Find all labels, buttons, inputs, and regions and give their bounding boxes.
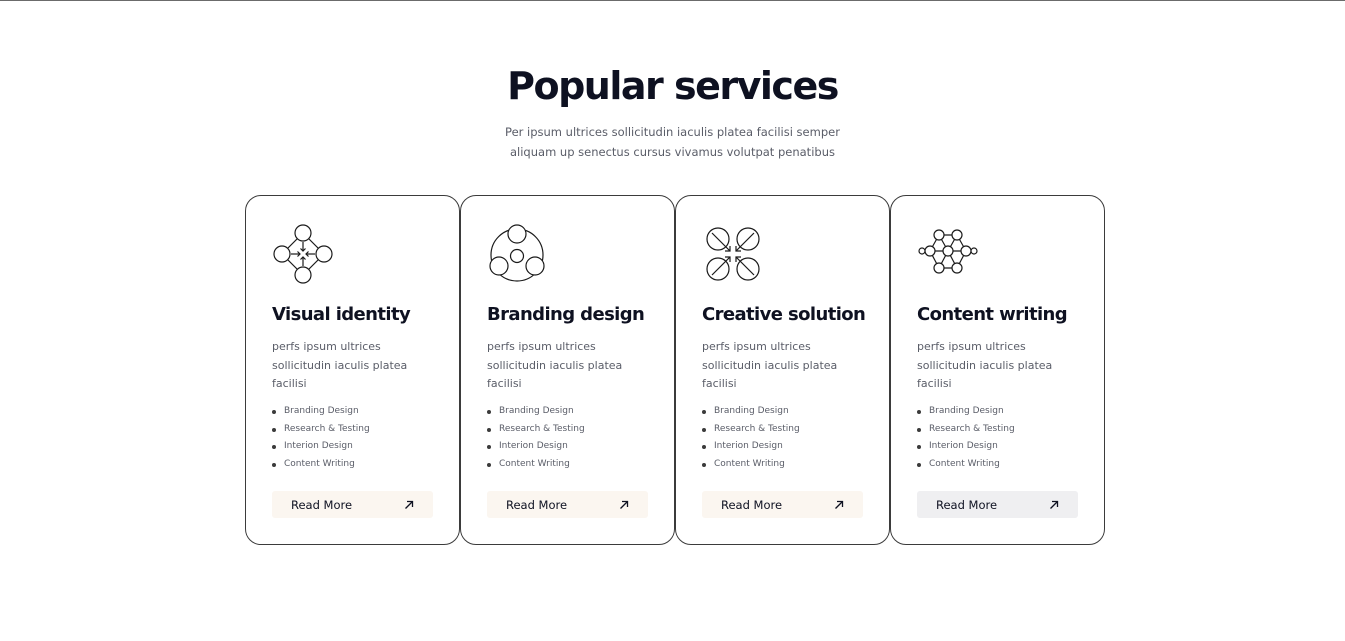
read-more-button[interactable]: Read More <box>487 491 648 518</box>
feature-label: Research & Testing <box>714 423 800 434</box>
bullet-icon <box>917 462 921 467</box>
feature-label: Interion Design <box>284 441 353 451</box>
feature-item: Research & Testing <box>702 421 800 439</box>
bullet-icon <box>272 462 276 467</box>
bullet-icon <box>702 427 706 432</box>
read-more-button[interactable]: Read More <box>272 491 433 518</box>
card-title: Branding design <box>487 304 645 325</box>
feature-label: Content Writing <box>499 458 570 469</box>
card-description: perfs ipsum ultrices sollicitudin iaculi… <box>702 340 838 390</box>
read-more-label: Read More <box>936 497 998 512</box>
feature-item: Research & Testing <box>272 421 370 439</box>
feature-label: Research & Testing <box>499 423 585 434</box>
feature-item: Research & Testing <box>487 421 585 439</box>
bullet-icon <box>702 410 706 414</box>
card-description: perfs ipsum ultrices sollicitudin iaculi… <box>917 340 1053 390</box>
read-more-button[interactable]: Read More <box>917 491 1078 518</box>
feature-item: Interion Design <box>702 438 800 456</box>
feature-label: Content Writing <box>929 458 1000 469</box>
card-title: Visual identity <box>272 304 411 325</box>
feature-list: Branding Design Research & Testing Inter… <box>702 403 800 473</box>
feature-label: Branding Design <box>714 406 789 416</box>
top-divider <box>0 0 1345 1</box>
feature-item: Content Writing <box>272 456 370 474</box>
arrow-up-right-icon <box>620 500 629 509</box>
feature-item: Content Writing <box>702 456 800 474</box>
bullet-icon <box>487 410 491 414</box>
bullet-icon <box>272 445 276 449</box>
card-description: perfs ipsum ultrices sollicitudin iaculi… <box>272 340 408 390</box>
feature-item: Interion Design <box>272 438 370 456</box>
four-circles-arrows-icon <box>273 224 333 284</box>
feature-item: Branding Design <box>917 403 1015 421</box>
four-circles-inward-arrows-icon <box>706 227 760 281</box>
feature-label: Content Writing <box>714 458 785 469</box>
feature-label: Branding Design <box>284 406 359 416</box>
bullet-icon <box>702 462 706 467</box>
feature-item: Content Writing <box>487 456 585 474</box>
section-header: Popular services Per ipsum ultrices soll… <box>0 58 1345 162</box>
read-more-label: Read More <box>506 497 568 512</box>
arrow-up-right-icon <box>1050 500 1059 509</box>
feature-item: Interion Design <box>487 438 585 456</box>
bullet-icon <box>917 410 921 414</box>
bullet-icon <box>272 427 276 432</box>
section-title: Popular services <box>507 64 839 108</box>
feature-item: Research & Testing <box>917 421 1015 439</box>
services-grid: Visual identity perfs ipsum ultrices sol… <box>245 195 1105 545</box>
feature-label: Branding Design <box>929 406 1004 416</box>
arrow-up-right-icon <box>835 500 844 509</box>
feature-list: Branding Design Research & Testing Inter… <box>917 403 1015 473</box>
feature-label: Content Writing <box>284 458 355 469</box>
arrow-up-right-icon <box>405 500 414 509</box>
card-title: Content writing <box>917 304 1068 325</box>
feature-list: Branding Design Research & Testing Inter… <box>487 403 585 473</box>
feature-item: Interion Design <box>917 438 1015 456</box>
service-card-branding-design: Branding design perfs ipsum ultrices sol… <box>460 195 675 545</box>
bullet-icon <box>917 445 921 449</box>
feature-label: Branding Design <box>499 406 574 416</box>
feature-list: Branding Design Research & Testing Inter… <box>272 403 370 473</box>
bullet-icon <box>487 462 491 467</box>
three-circles-icon <box>489 224 545 282</box>
card-description: perfs ipsum ultrices sollicitudin iaculi… <box>487 340 623 390</box>
service-card-content-writing: Content writing perfs ipsum ultrices sol… <box>890 195 1105 545</box>
feature-item: Branding Design <box>487 403 585 421</box>
feature-label: Interion Design <box>499 441 568 451</box>
bullet-icon <box>272 410 276 414</box>
feature-label: Interion Design <box>929 441 998 451</box>
card-title: Creative solution <box>702 304 866 325</box>
read-more-label: Read More <box>291 497 353 512</box>
bullet-icon <box>702 445 706 449</box>
feature-item: Content Writing <box>917 456 1015 474</box>
section-subtitle: Per ipsum ultrices sollicitudin iaculis … <box>505 125 840 159</box>
feature-label: Research & Testing <box>284 423 370 434</box>
service-card-creative-solution: Creative solution perfs ipsum ultrices s… <box>675 195 890 545</box>
read-more-button[interactable]: Read More <box>702 491 863 518</box>
bullet-icon <box>487 445 491 449</box>
feature-label: Research & Testing <box>929 423 1015 434</box>
bullet-icon <box>487 427 491 432</box>
bullet-icon <box>917 427 921 432</box>
feature-label: Interion Design <box>714 441 783 451</box>
feature-item: Branding Design <box>272 403 370 421</box>
service-card-visual-identity: Visual identity perfs ipsum ultrices sol… <box>245 195 460 545</box>
feature-item: Branding Design <box>702 403 800 421</box>
read-more-label: Read More <box>721 497 783 512</box>
network-nodes-icon <box>918 229 978 274</box>
